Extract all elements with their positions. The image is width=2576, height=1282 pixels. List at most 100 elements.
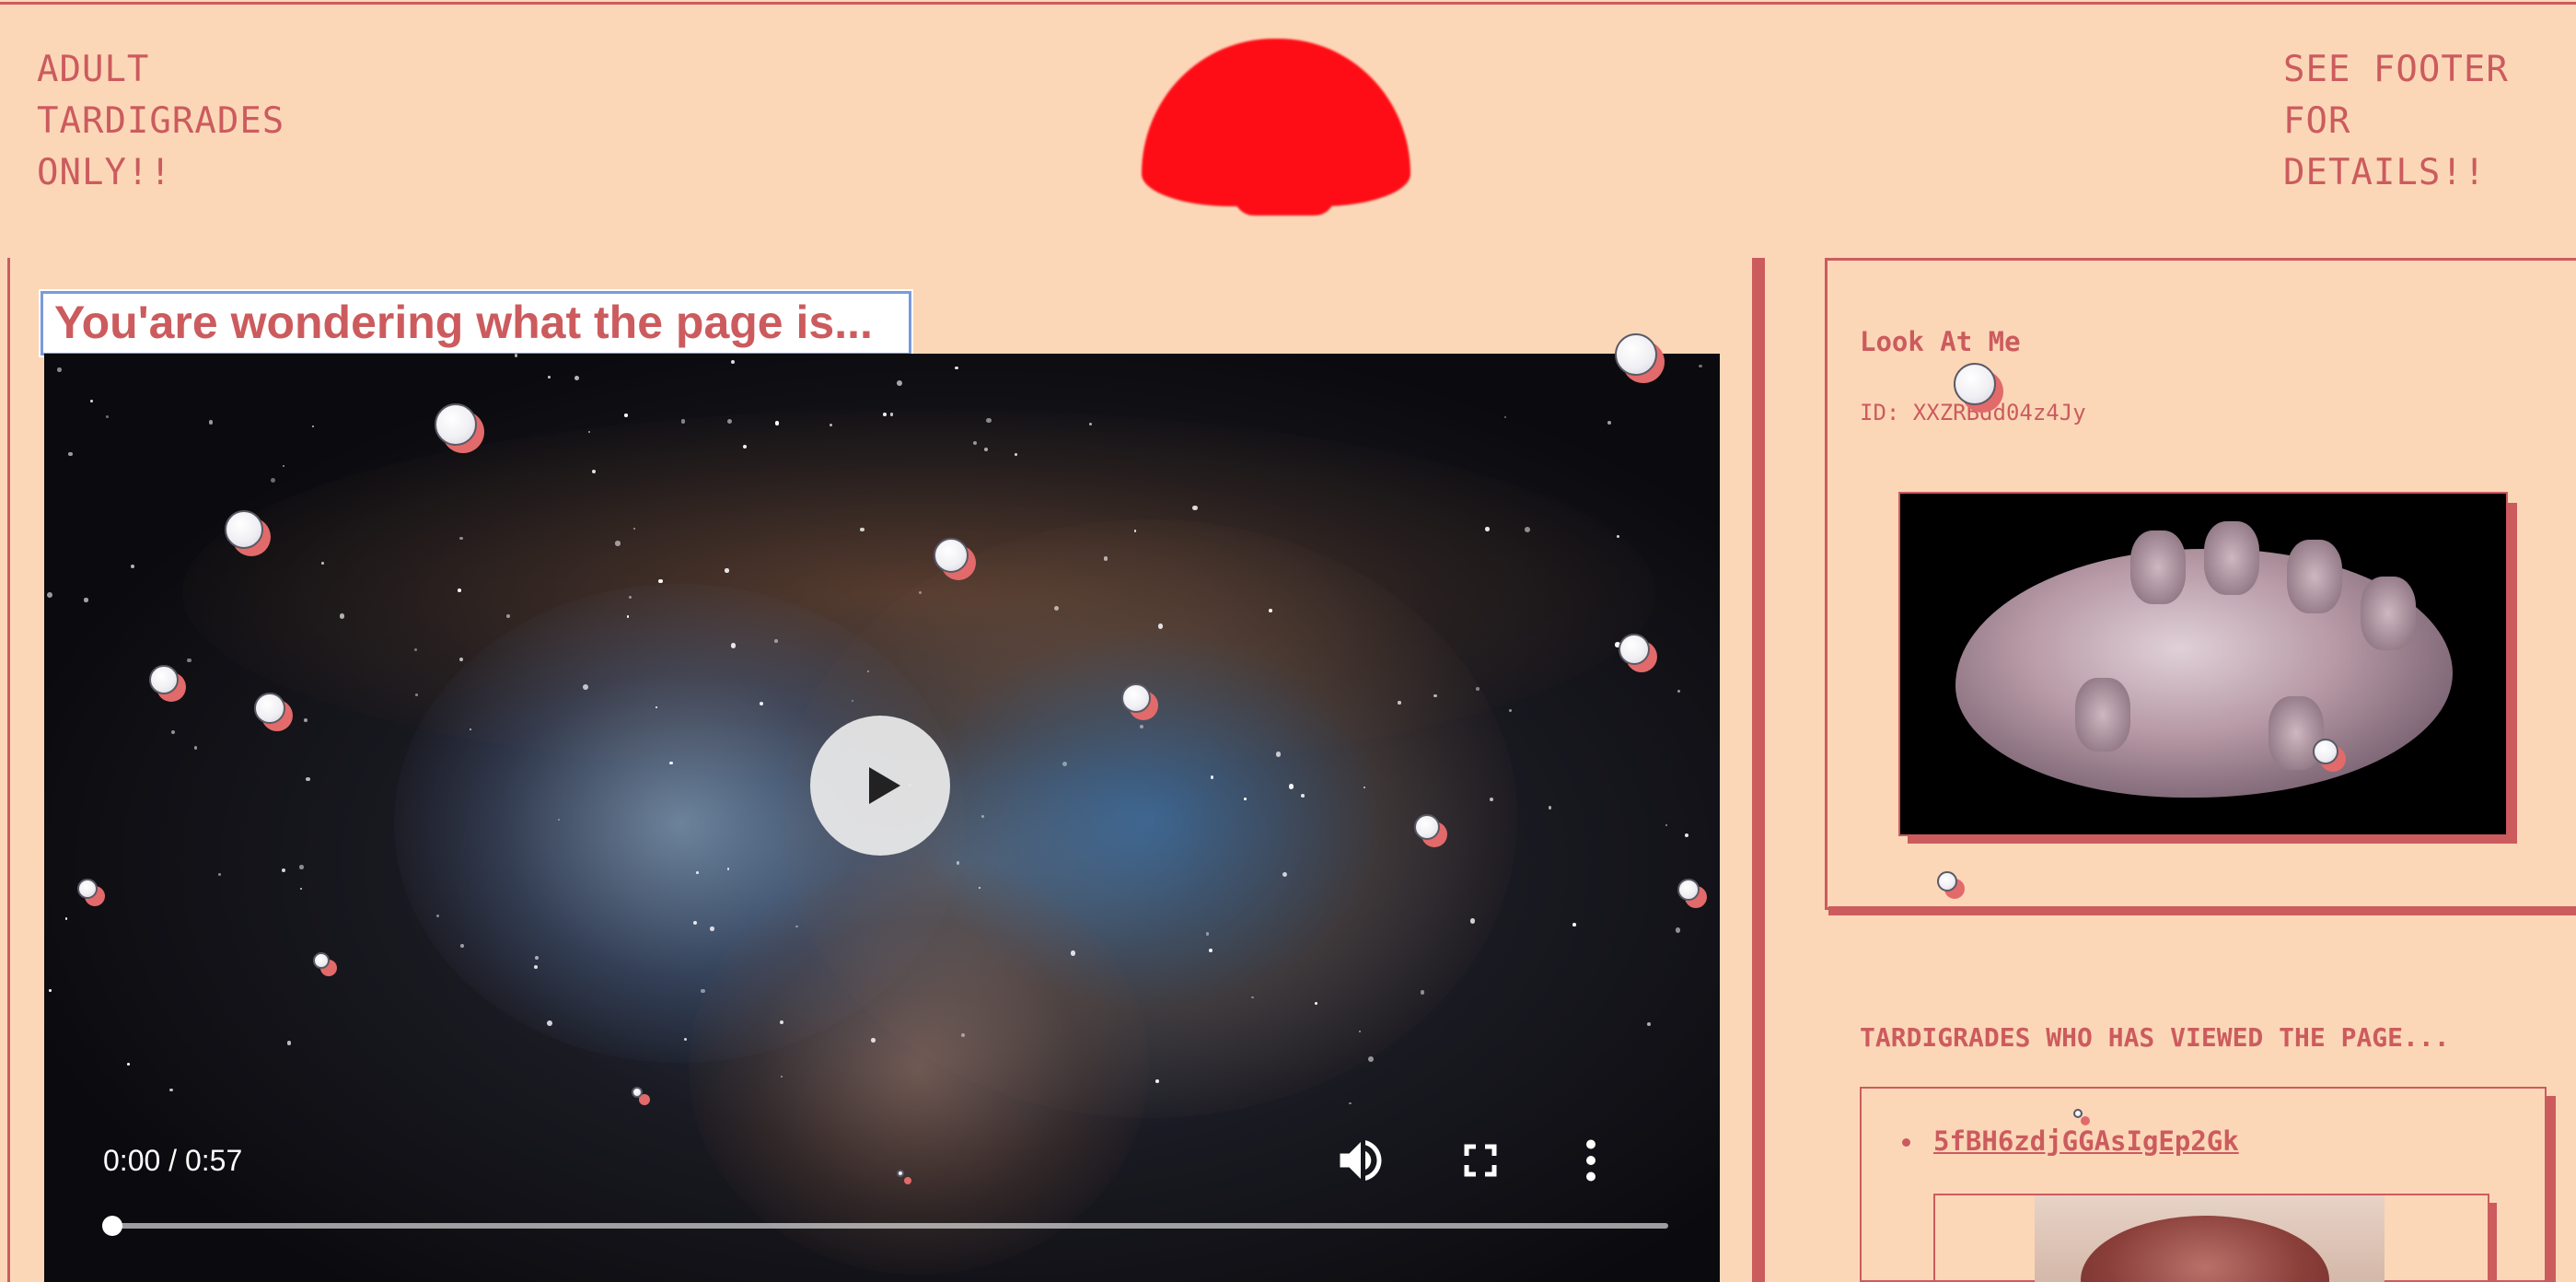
star	[168, 1088, 173, 1092]
viewer-link[interactable]: 5fBH6zdjGGAsIgEp2Gk	[1933, 1125, 2239, 1157]
bubble-face	[2073, 1109, 2083, 1118]
bubble-face	[77, 879, 98, 899]
star	[1616, 534, 1619, 538]
star	[1070, 950, 1076, 956]
star	[956, 860, 960, 865]
bubble	[225, 510, 271, 556]
star	[1349, 1101, 1352, 1105]
page-title: You'are wondering what the page is...	[39, 289, 913, 357]
star	[458, 589, 461, 593]
star	[459, 536, 463, 541]
star	[170, 729, 176, 735]
star	[130, 565, 134, 569]
star	[1676, 927, 1681, 933]
star	[1684, 833, 1689, 837]
star	[1314, 1001, 1318, 1005]
star	[193, 746, 198, 750]
star	[1205, 931, 1210, 936]
star	[68, 451, 74, 457]
star	[1103, 555, 1108, 561]
star	[582, 684, 588, 691]
star	[548, 376, 551, 379]
star	[1398, 701, 1401, 705]
bubble-face	[149, 665, 179, 694]
bubble	[1937, 871, 1965, 899]
red-sun-logo	[1142, 39, 1410, 216]
star	[1244, 798, 1247, 800]
star	[961, 1033, 965, 1037]
star	[64, 917, 68, 920]
bubble-face	[1937, 871, 1957, 892]
star	[701, 988, 705, 994]
star	[460, 943, 465, 948]
star	[300, 887, 303, 890]
star	[1288, 784, 1294, 789]
progress-handle[interactable]	[102, 1216, 122, 1236]
star	[1367, 1056, 1374, 1062]
star	[731, 359, 736, 364]
star	[1665, 823, 1668, 826]
star	[1268, 608, 1272, 612]
video-player[interactable]: 0:00 / 0:57	[44, 354, 1720, 1282]
list-bullet	[1902, 1138, 1910, 1147]
bubble-face	[897, 1170, 904, 1177]
star	[692, 920, 698, 926]
bubble-face	[1615, 333, 1657, 376]
bubble-face	[632, 1087, 643, 1098]
star	[414, 693, 418, 696]
star	[680, 419, 686, 424]
star	[587, 430, 591, 434]
star	[208, 420, 214, 425]
star	[1509, 708, 1513, 712]
star	[217, 872, 221, 876]
star	[1607, 421, 1611, 425]
fullscreen-icon[interactable]	[1453, 1133, 1508, 1188]
star	[557, 818, 560, 821]
bubble	[897, 1170, 911, 1184]
star	[1525, 526, 1531, 532]
bubble-face	[435, 403, 477, 446]
bubble-face	[254, 693, 285, 724]
star	[282, 868, 286, 873]
bubble	[1954, 363, 2003, 413]
star	[780, 1020, 784, 1024]
bubble-face	[934, 538, 969, 573]
star	[896, 379, 902, 386]
star	[299, 865, 305, 869]
video-time: 0:00 / 0:57	[103, 1144, 243, 1177]
column-divider-shadow	[1754, 258, 1765, 1282]
bubble-face	[1619, 634, 1650, 665]
card-shadow	[1828, 906, 2576, 915]
viewers-heading: TARDIGRADES WHO HAS VIEWED THE PAGE...	[1860, 1022, 2450, 1053]
tardigrade-leg	[2287, 540, 2342, 613]
star	[89, 399, 93, 402]
star	[1157, 624, 1164, 629]
top-rule	[0, 2, 2576, 5]
header-left-text: ADULT TARDIGRADES ONLY!!	[37, 49, 285, 193]
star	[1275, 752, 1282, 757]
star	[981, 815, 984, 818]
star	[725, 568, 729, 573]
video-progress-bar[interactable]	[102, 1216, 1668, 1236]
star	[918, 591, 922, 594]
star	[710, 927, 714, 931]
play-button[interactable]	[810, 716, 950, 856]
star	[1192, 506, 1198, 511]
star	[1476, 686, 1479, 691]
volume-icon[interactable]	[1333, 1133, 1388, 1188]
bubble	[77, 879, 105, 906]
star	[775, 421, 780, 425]
bubble	[632, 1087, 650, 1105]
star	[859, 527, 864, 532]
tardigrade-leg	[2075, 678, 2130, 752]
star	[759, 701, 764, 706]
bubble	[1121, 683, 1158, 720]
bubble	[1615, 333, 1665, 383]
bubble-shadow	[904, 1177, 911, 1184]
star	[127, 1063, 130, 1066]
more-options-icon[interactable]	[1563, 1133, 1619, 1188]
star	[303, 717, 307, 722]
star	[955, 366, 958, 370]
header-right-text: SEE FOOTER FOR DETAILS!!	[2283, 49, 2509, 193]
bubble-face	[1677, 879, 1700, 901]
